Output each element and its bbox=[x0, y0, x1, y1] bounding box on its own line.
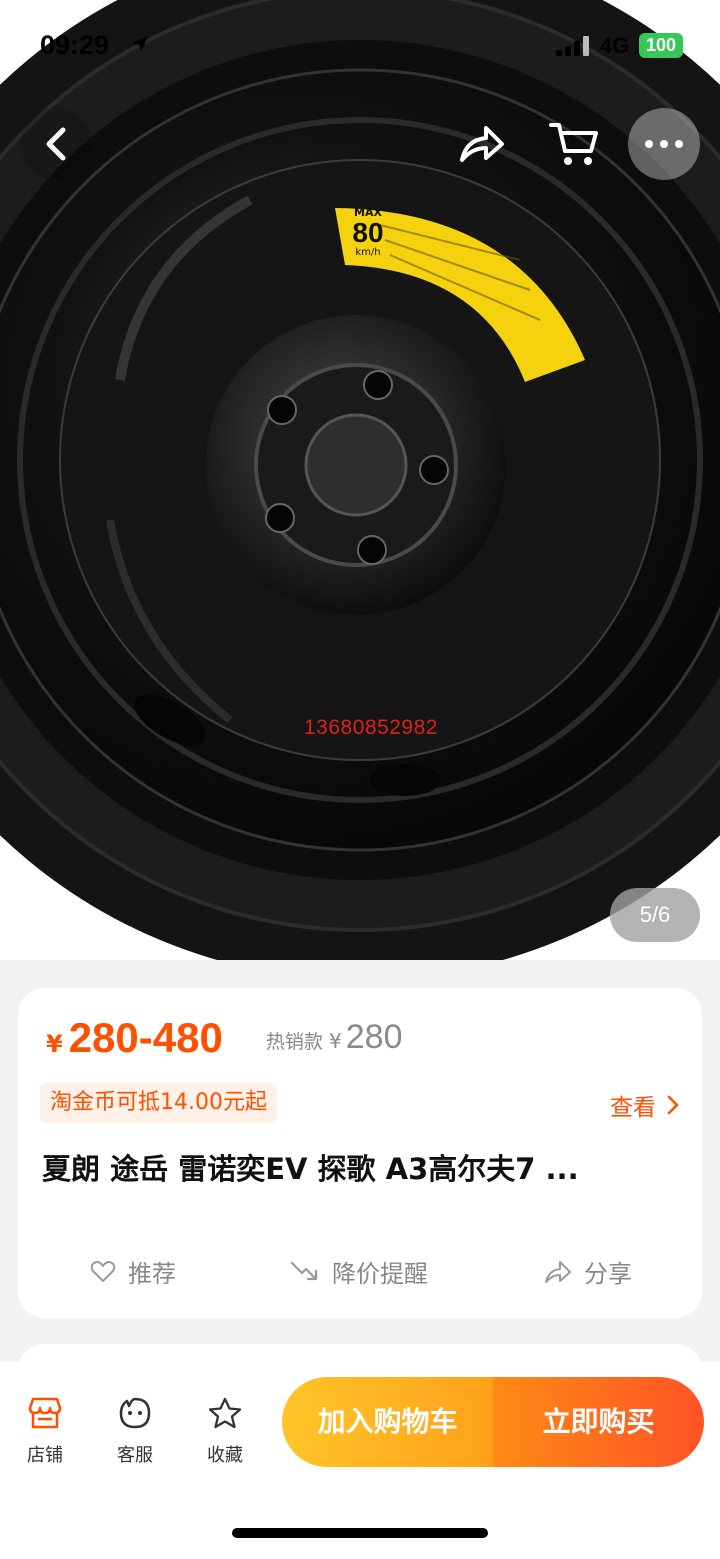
customer-service-icon bbox=[119, 1397, 151, 1429]
price-drop-label: 降价提醒 bbox=[332, 1260, 428, 1288]
more-icon bbox=[645, 140, 683, 148]
purchase-buttons: 加入购物车 立即购买 bbox=[282, 1377, 704, 1467]
battery-level: 100 bbox=[639, 33, 683, 58]
product-image[interactable]: MAX 80 km/h 13680852982 5/6 bbox=[0, 0, 720, 960]
share-icon bbox=[545, 1260, 571, 1283]
add-to-cart-button[interactable]: 加入购物车 bbox=[282, 1377, 493, 1467]
recommend-label: 推荐 bbox=[128, 1260, 176, 1288]
recommend-button[interactable]: 推荐 bbox=[90, 1254, 176, 1289]
hot-sale-label: 热销款 bbox=[266, 1031, 324, 1053]
status-time: 09:29 bbox=[40, 30, 110, 60]
signal-icon bbox=[556, 36, 589, 56]
back-button[interactable] bbox=[20, 108, 92, 180]
hot-currency: ¥ bbox=[329, 1029, 342, 1053]
trend-down-icon bbox=[290, 1261, 318, 1280]
image-pager: 5/6 bbox=[610, 888, 700, 942]
location-arrow-icon bbox=[132, 36, 148, 52]
store-icon bbox=[28, 1397, 62, 1429]
cart-button[interactable] bbox=[538, 108, 610, 180]
spare-tire-image bbox=[0, 0, 720, 960]
hot-price-value: 280 bbox=[345, 1018, 403, 1056]
network-type: 4G bbox=[600, 33, 630, 58]
share-action-button[interactable]: 分享 bbox=[544, 1254, 632, 1289]
see-label: 查看 bbox=[610, 1095, 656, 1121]
sticker-speed: 80 bbox=[352, 217, 384, 248]
more-button[interactable] bbox=[628, 108, 700, 180]
heart-icon bbox=[90, 1260, 116, 1282]
price-range: 280-480 bbox=[68, 1014, 223, 1061]
buy-now-button[interactable]: 立即购买 bbox=[493, 1377, 704, 1467]
tab-service-label: 客服 bbox=[117, 1445, 153, 1466]
price-currency: ¥ bbox=[46, 1030, 63, 1058]
tab-favorite[interactable]: 收藏 bbox=[190, 1396, 260, 1467]
price: ¥ 280-480 bbox=[46, 1014, 223, 1062]
share-icon bbox=[460, 126, 504, 162]
product-info-card: ¥ 280-480 热销款 ¥ 280 淘金币可抵14.00元起 查看 夏朗 途… bbox=[18, 988, 702, 1318]
hot-sale-price: 热销款 ¥ 280 bbox=[266, 1018, 402, 1057]
chevron-right-icon bbox=[667, 1095, 679, 1115]
status-bar: 09:29 4G 100 bbox=[0, 0, 720, 90]
chevron-left-icon bbox=[46, 127, 66, 161]
sticker-unit: km/h bbox=[355, 247, 381, 258]
product-title: 夏朗 途岳 雷诺奕EV 探歌 A3高尔夫7 ... bbox=[42, 1152, 579, 1186]
tab-store-label: 店铺 bbox=[27, 1445, 63, 1466]
home-indicator bbox=[232, 1528, 488, 1538]
price-drop-alert-button[interactable]: 降价提醒 bbox=[290, 1254, 428, 1289]
tab-customer-service[interactable]: 客服 bbox=[100, 1396, 170, 1467]
action-row: 推荐 降价提醒 分享 bbox=[18, 1254, 702, 1298]
watermark-phone: 13680852982 bbox=[304, 716, 438, 739]
share-label: 分享 bbox=[584, 1260, 632, 1288]
share-button[interactable] bbox=[446, 108, 518, 180]
tab-store[interactable]: 店铺 bbox=[10, 1396, 80, 1467]
tab-favorite-label: 收藏 bbox=[207, 1445, 243, 1466]
taojinbi-badge: 淘金币可抵14.00元起 bbox=[40, 1083, 277, 1123]
see-details-link[interactable]: 查看 bbox=[610, 1088, 680, 1122]
cart-icon bbox=[549, 123, 598, 165]
star-icon bbox=[208, 1397, 242, 1429]
